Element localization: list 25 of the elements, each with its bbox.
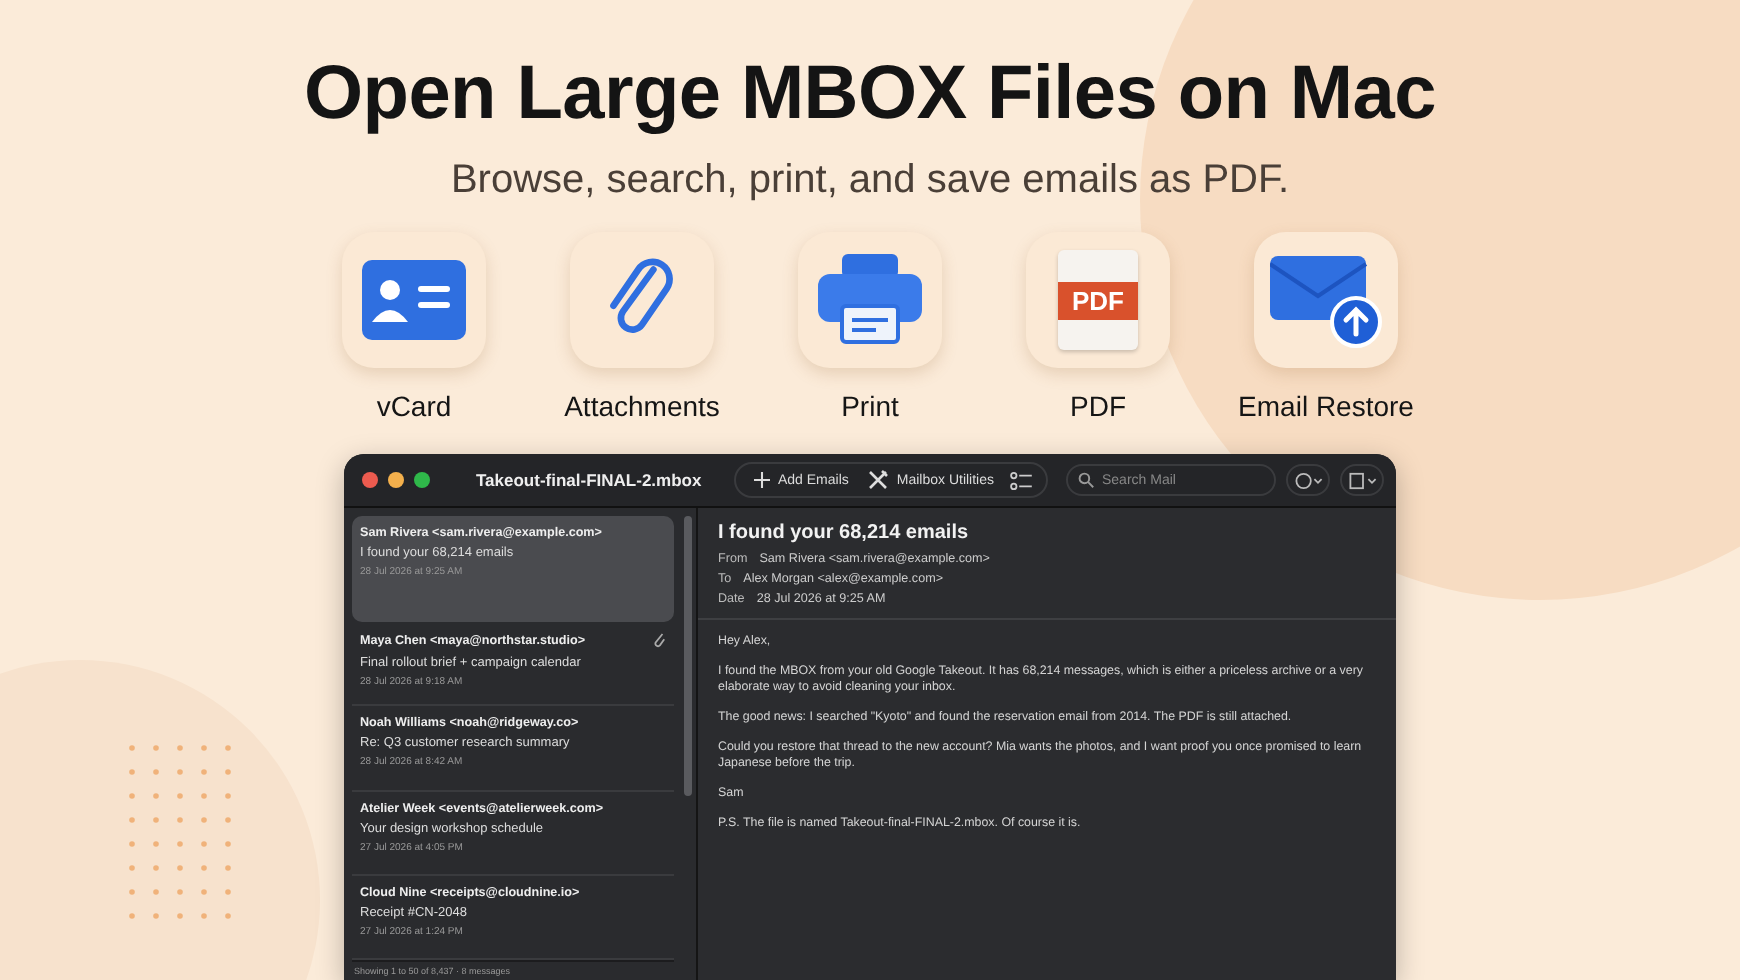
minimize-button[interactable]: [388, 472, 404, 488]
close-button[interactable]: [362, 472, 378, 488]
window-title: Takeout-final-FINAL-2.mbox: [476, 470, 704, 490]
contact-card-icon: [362, 260, 466, 340]
view-menu-button[interactable]: [1286, 464, 1330, 496]
circle-caret-icon: [1293, 471, 1323, 489]
feature-label: Print: [841, 390, 899, 422]
feature-label: Email Restore: [1238, 390, 1414, 422]
headline: Open Large MBOX Files on Mac: [304, 52, 1436, 138]
feature-label: Attachments: [564, 390, 720, 422]
printer-icon: [818, 254, 922, 346]
zoom-button[interactable]: [414, 472, 430, 488]
list-options-icon[interactable]: [1010, 471, 1032, 489]
search-icon: [1078, 472, 1094, 488]
plus-icon: [753, 472, 770, 488]
subtitle: Browse, search, print, and save emails as PDF.: [450, 158, 1290, 204]
feature-label: vCard: [376, 390, 452, 422]
feature-label: PDF: [1070, 390, 1126, 422]
envelope-upload-icon: [1270, 252, 1382, 348]
bookmark-menu-button[interactable]: [1340, 464, 1384, 496]
scrollbar[interactable]: [684, 516, 692, 796]
email-subject: I found your 68,214 emails: [718, 522, 971, 544]
pdf-file-icon: PDF: [1058, 250, 1138, 350]
square-caret-icon: [1347, 471, 1377, 489]
tools-icon: [868, 470, 889, 490]
